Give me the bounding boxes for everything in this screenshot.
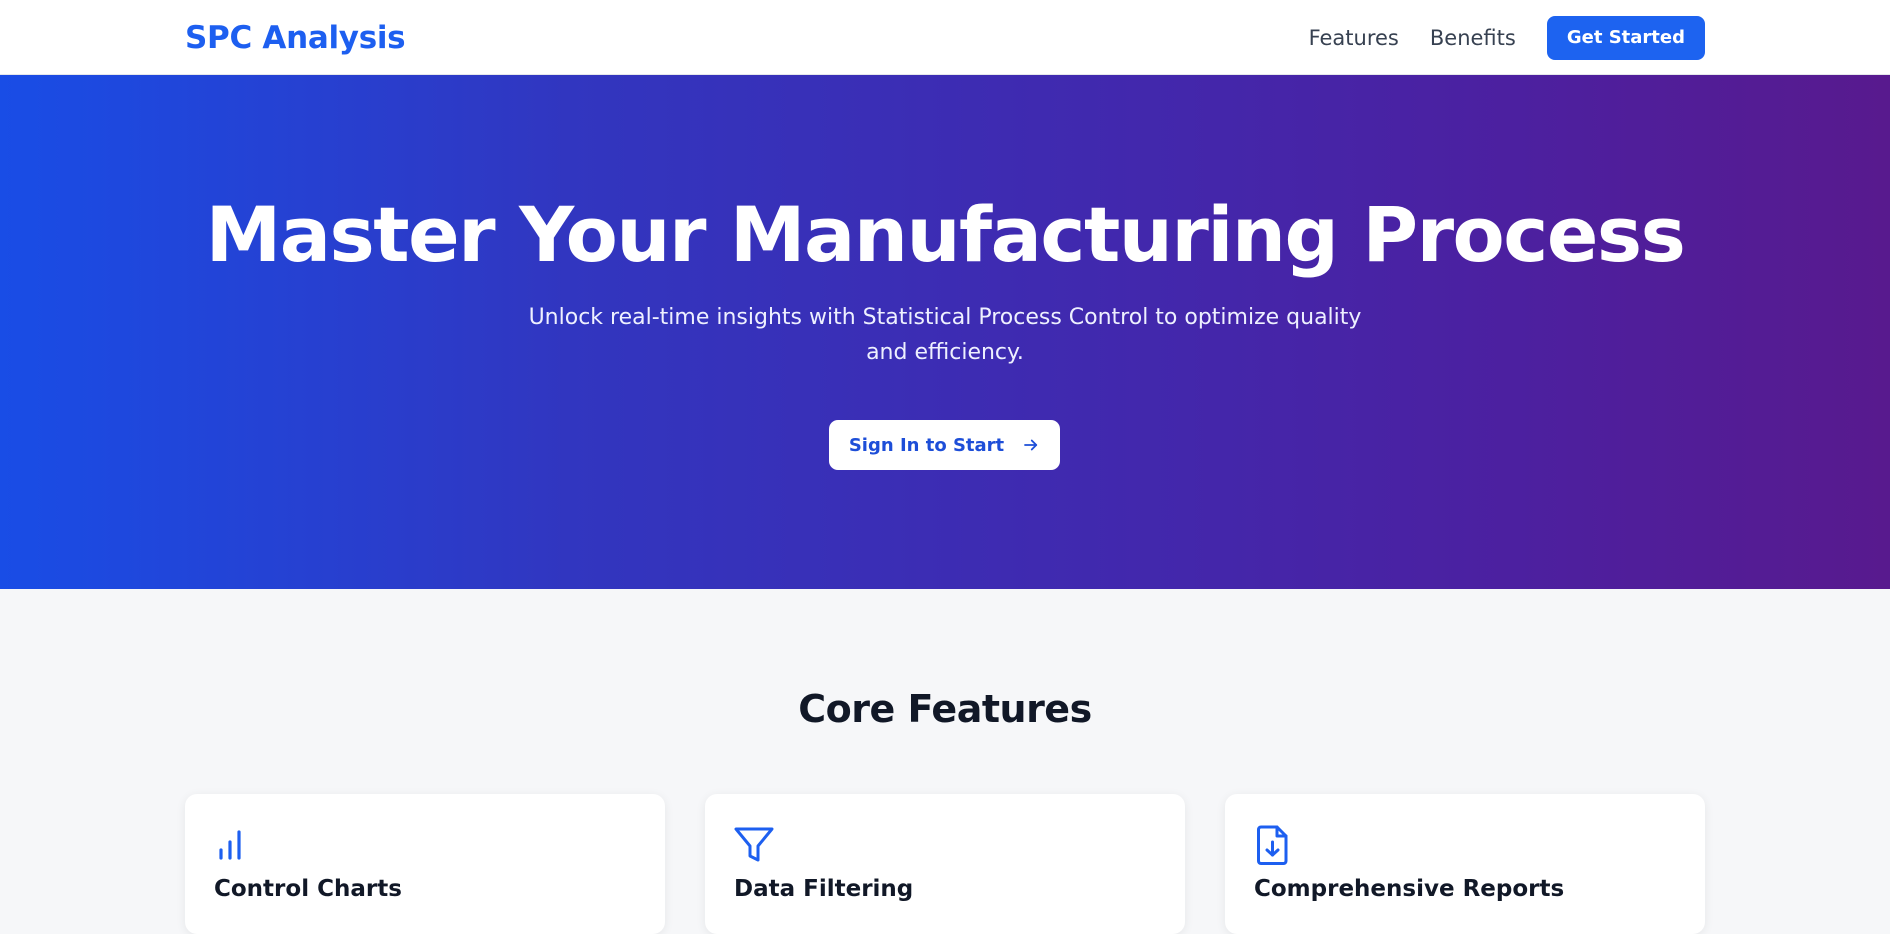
feature-card-data-filtering[interactable]: Data Filtering [705, 794, 1185, 934]
features-heading: Core Features [798, 687, 1092, 731]
arrow-right-icon [1022, 436, 1040, 454]
hero-subtitle: Unlock real-time insights with Statistic… [528, 305, 1362, 365]
feature-card-comprehensive-reports[interactable]: Comprehensive Reports [1225, 794, 1705, 934]
get-started-button[interactable]: Get Started [1546, 15, 1705, 60]
nav-link-features[interactable]: Features [1309, 26, 1399, 50]
feature-card-title: Control Charts [214, 876, 402, 902]
brand-logo[interactable]: SPC Analysis [185, 20, 406, 56]
nav-link-benefits[interactable]: Benefits [1430, 26, 1516, 50]
feature-card-title: Comprehensive Reports [1254, 876, 1565, 902]
top-navbar: SPC Analysis Features Benefits Get Start… [0, 0, 1890, 75]
nav-menu: Features Benefits Get Started [1309, 15, 1705, 60]
sign-in-button[interactable]: Sign In to Start [829, 420, 1060, 470]
navbar-inner: SPC Analysis Features Benefits Get Start… [185, 0, 1705, 75]
feature-card-title: Data Filtering [734, 876, 914, 902]
bar-chart-icon [213, 824, 253, 864]
hero-section: Master Your Manufacturing Process Unlock… [0, 75, 1890, 589]
filter-icon [733, 824, 774, 864]
hero-title: Master Your Manufacturing Process [205, 190, 1686, 279]
sign-in-button-label: Sign In to Start [848, 434, 1005, 456]
file-download-icon [1253, 824, 1293, 865]
feature-card-control-charts[interactable]: Control Charts [185, 794, 665, 934]
